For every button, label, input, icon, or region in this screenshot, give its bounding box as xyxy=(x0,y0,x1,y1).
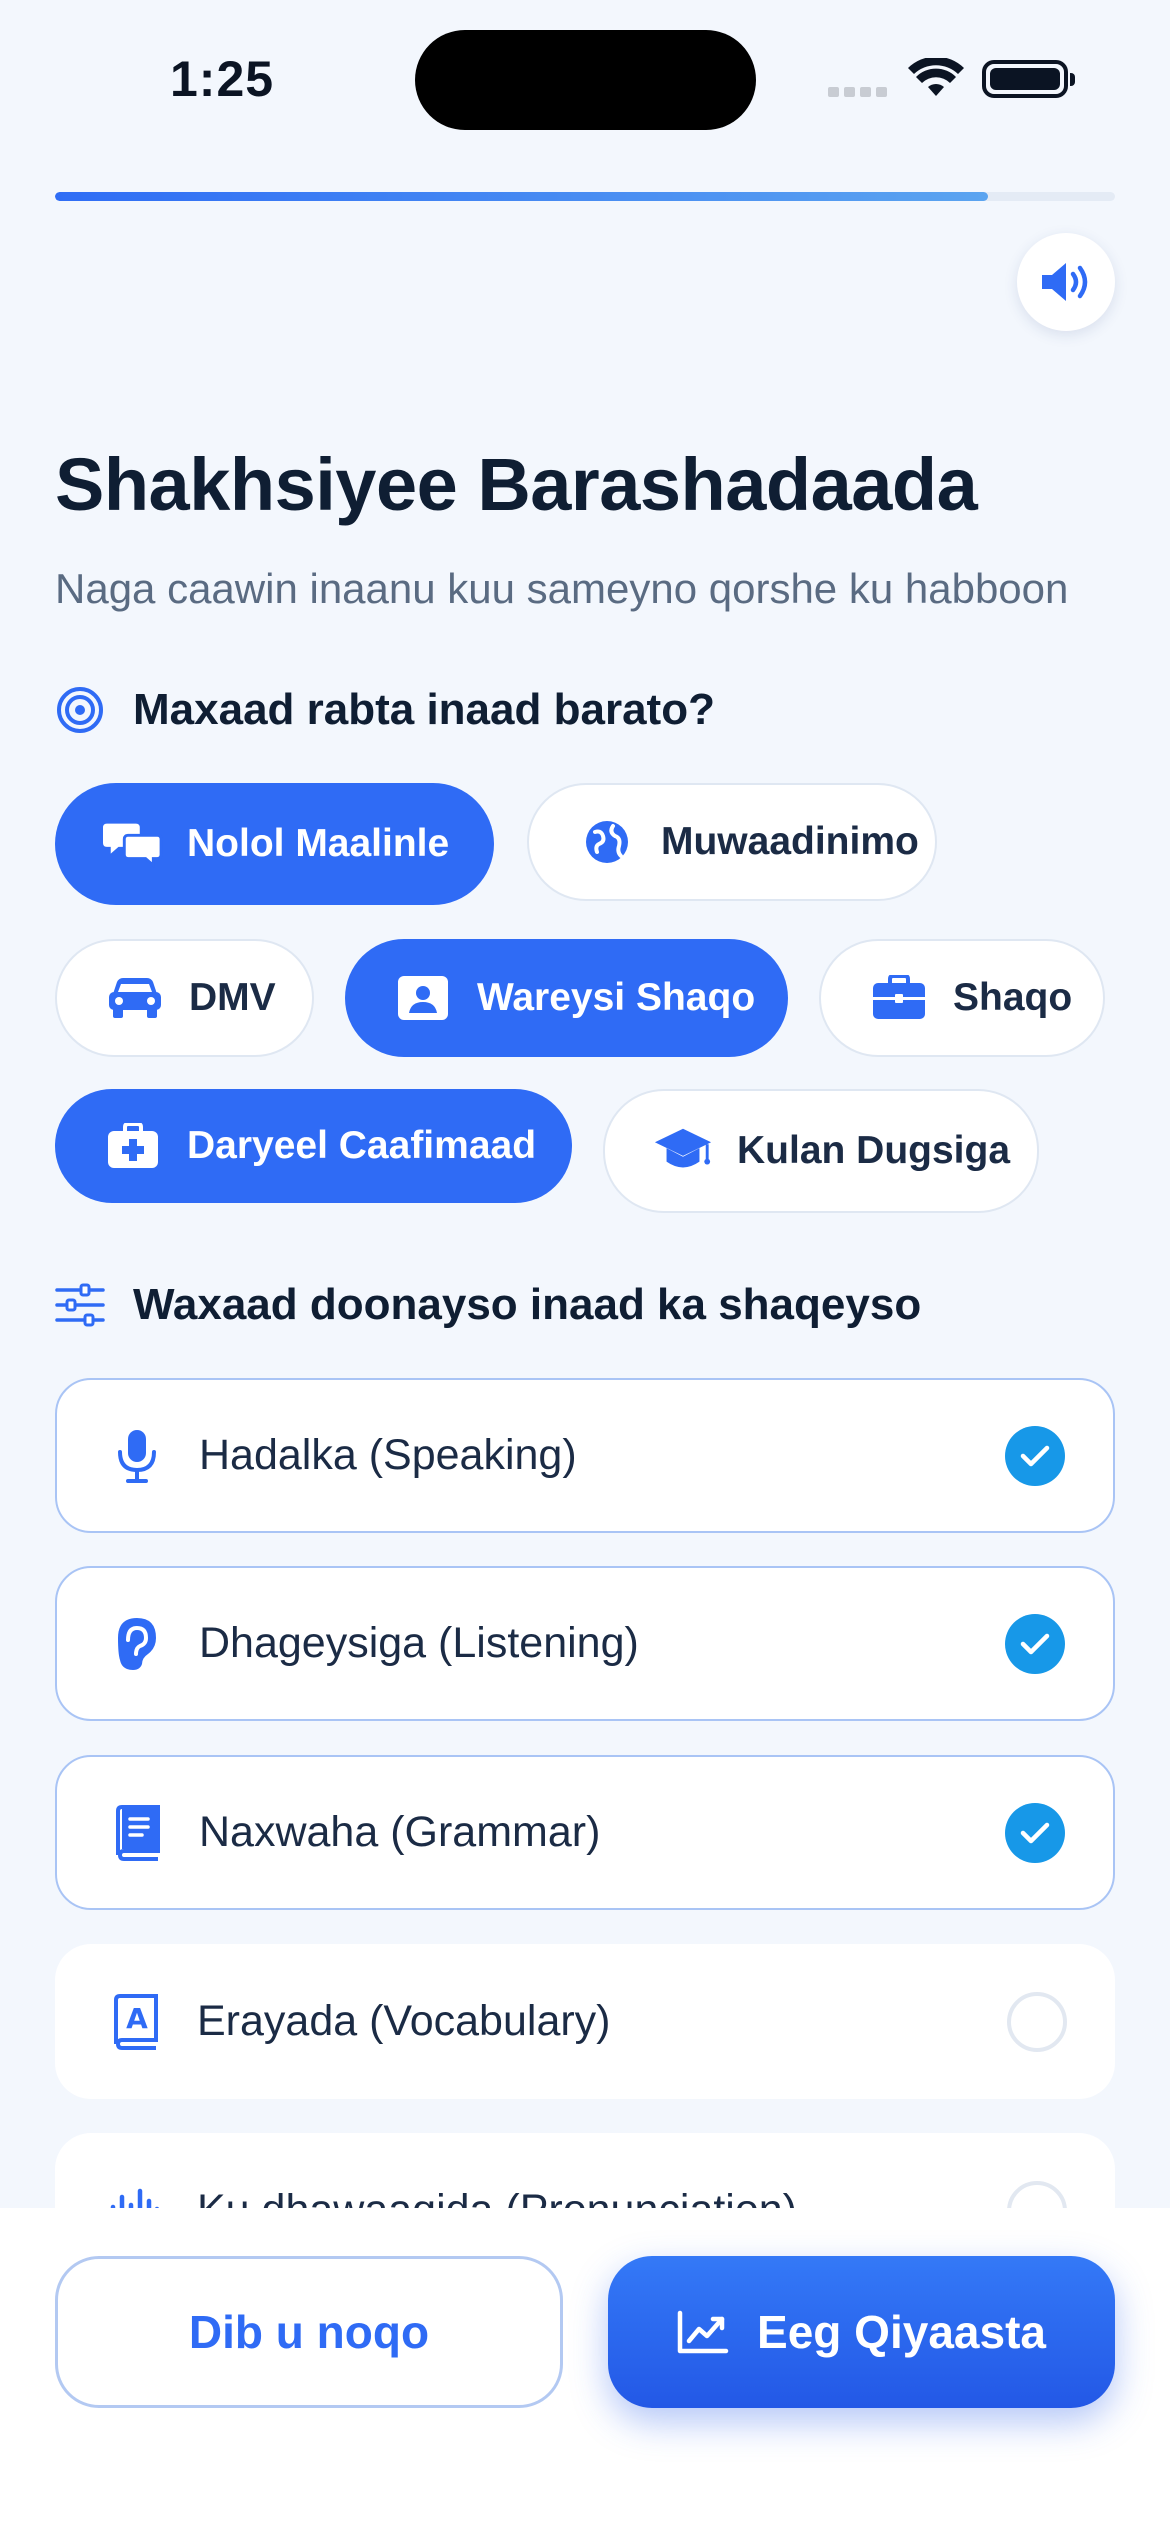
skill-item-vocabulary[interactable]: A Erayada (Vocabulary) xyxy=(55,1944,1115,2099)
goals-heading: Maxaad rabta inaad barato? xyxy=(133,685,715,734)
dynamic-island xyxy=(415,30,756,130)
chart-trend-icon xyxy=(677,2310,729,2354)
goal-chip-label: Shaqo xyxy=(953,976,1073,1019)
skill-item-speaking[interactable]: Hadalka (Speaking) xyxy=(55,1378,1115,1533)
goal-chip-wareysi-shaqo[interactable]: Wareysi Shaqo xyxy=(345,939,788,1057)
status-bar: 1:25 xyxy=(0,0,1170,160)
skills-section-header: Waxaad doonayso inaad ka shaqeyso xyxy=(55,1280,921,1330)
goal-chip-shaqo[interactable]: Shaqo xyxy=(819,939,1105,1057)
goal-chip-kulan-dugsiga[interactable]: Kulan Dugsiga xyxy=(603,1089,1039,1213)
id-badge-icon xyxy=(393,973,453,1023)
skill-label: Naxwaha (Grammar) xyxy=(199,1808,601,1856)
car-icon xyxy=(105,973,165,1023)
skill-item-listening[interactable]: Dhageysiga (Listening) xyxy=(55,1566,1115,1721)
page-subtitle: Naga caawin inaanu kuu sameyno qorshe ku… xyxy=(55,565,1069,612)
goals-section-header: Maxaad rabta inaad barato? xyxy=(55,685,715,735)
ear-icon xyxy=(107,1614,167,1674)
sliders-icon xyxy=(55,1283,105,1327)
briefcase-icon xyxy=(869,973,929,1023)
target-icon xyxy=(57,687,103,733)
book-icon xyxy=(107,1803,167,1863)
goal-chip-label: Muwaadinimo xyxy=(661,820,919,863)
goal-chip-daryeel-caafimaad[interactable]: Daryeel Caafimaad xyxy=(55,1089,572,1203)
sound-button[interactable] xyxy=(1017,233,1115,331)
view-estimate-button[interactable]: Eeg Qiyaasta xyxy=(608,2256,1115,2408)
goal-chip-label: Daryeel Caafimaad xyxy=(187,1124,537,1167)
progress-bar xyxy=(55,192,1115,201)
progress-fill xyxy=(55,192,988,201)
checkmark-icon[interactable] xyxy=(1005,1802,1065,1863)
wifi-icon xyxy=(908,58,964,96)
status-time: 1:25 xyxy=(170,51,275,107)
skill-label: Erayada (Vocabulary) xyxy=(197,1997,611,2045)
skill-label: Dhageysiga (Listening) xyxy=(199,1619,639,1667)
goal-chip-muwaadinimo[interactable]: Muwaadinimo xyxy=(527,783,937,901)
goal-chip-nolol-maalinle[interactable]: Nolol Maalinle xyxy=(55,783,494,905)
skills-heading: Waxaad doonayso inaad ka shaqeyso xyxy=(133,1280,922,1329)
checkmark-icon[interactable] xyxy=(1005,1613,1065,1674)
battery-icon xyxy=(982,60,1075,98)
checkbox-empty-icon[interactable] xyxy=(1007,1991,1067,2052)
goal-chip-dmv[interactable]: DMV xyxy=(55,939,314,1057)
view-estimate-label: Eeg Qiyaasta xyxy=(757,2306,1046,2358)
goal-chip-label: Nolol Maalinle xyxy=(187,822,450,865)
cellular-signal-icon xyxy=(828,84,892,97)
back-button[interactable]: Dib u noqo xyxy=(55,2256,563,2408)
microphone-icon xyxy=(107,1426,167,1486)
chat-bubbles-icon xyxy=(103,819,163,869)
goal-chip-label: Wareysi Shaqo xyxy=(477,976,756,1019)
skill-label: Hadalka (Speaking) xyxy=(199,1431,577,1479)
checkmark-icon[interactable] xyxy=(1005,1425,1065,1486)
page-title: Shakhsiyee Barashadaada xyxy=(55,443,978,526)
goal-chip-label: DMV xyxy=(189,976,276,1019)
skill-item-grammar[interactable]: Naxwaha (Grammar) xyxy=(55,1755,1115,1910)
medical-kit-icon xyxy=(103,1121,163,1171)
dictionary-icon: A xyxy=(105,1992,165,2052)
graduation-cap-icon xyxy=(653,1126,713,1176)
globe-icon xyxy=(577,817,637,867)
goal-chip-label: Kulan Dugsiga xyxy=(737,1129,1011,1172)
speaker-icon xyxy=(1042,263,1088,301)
svg-text:A: A xyxy=(126,2002,148,2035)
